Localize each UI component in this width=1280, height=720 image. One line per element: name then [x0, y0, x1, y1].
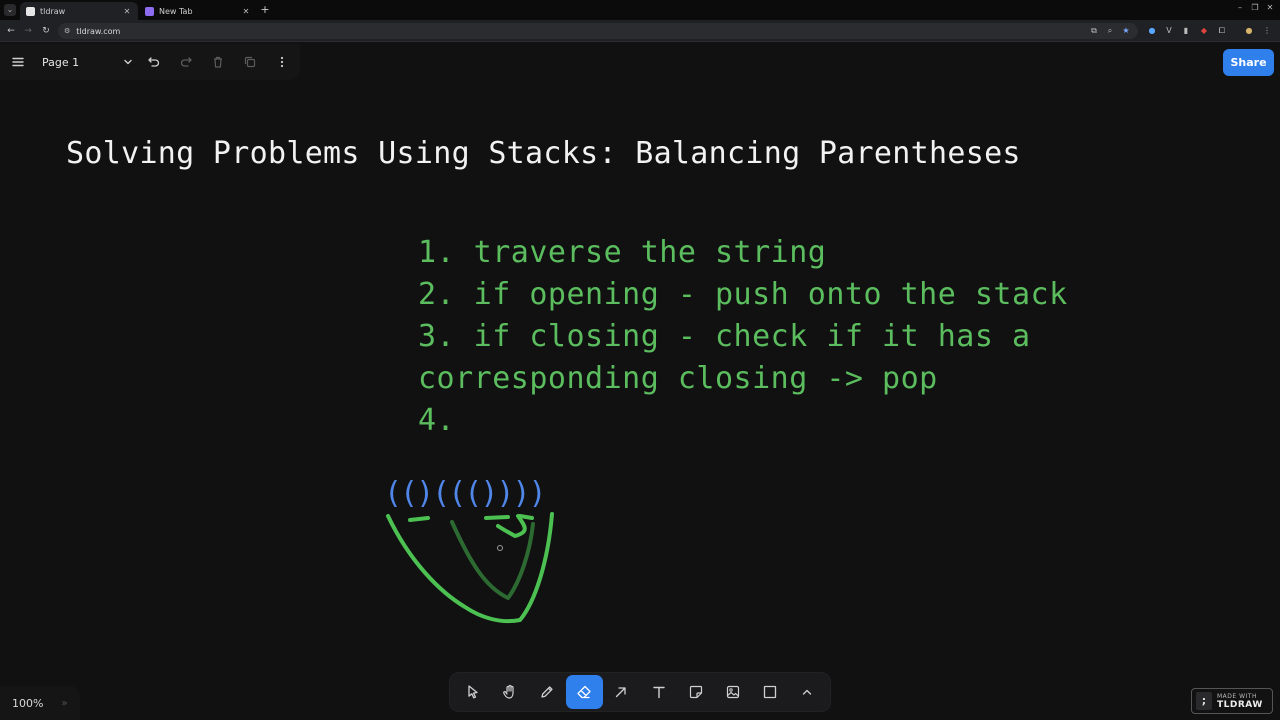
site-info-icon[interactable]: ⚙	[64, 27, 70, 35]
new-tab-favicon-icon	[145, 6, 154, 16]
tool-more[interactable]	[789, 675, 826, 709]
arrow-icon	[616, 687, 627, 698]
tool-rectangle[interactable]	[752, 675, 789, 709]
close-tab-icon[interactable]: ✕	[122, 7, 132, 16]
extensions-puzzle-icon[interactable]: ⧠	[1216, 25, 1228, 37]
browser-tab-tldraw[interactable]: tldraw ✕	[20, 2, 138, 20]
hamburger-menu-icon[interactable]	[2, 46, 34, 78]
chevron-down-icon	[122, 56, 138, 68]
forward-arrow-icon[interactable]: →	[21, 24, 35, 38]
tool-draw[interactable]	[528, 675, 565, 709]
tool-media[interactable]	[714, 675, 751, 709]
step-line: 2. if opening - push onto the stack	[418, 277, 1068, 312]
tool-note[interactable]	[677, 675, 714, 709]
page-name: Page 1	[42, 55, 80, 69]
browser-tab-new-tab[interactable]: New Tab ✕	[139, 2, 257, 20]
drawing-canvas[interactable]: Solving Problems Using Stacks: Balancing…	[0, 82, 1280, 720]
zoom-lens-icon[interactable]: ⌕	[1104, 25, 1116, 37]
url-text: tldraw.com	[76, 26, 121, 36]
extension-doc-icon[interactable]: ▮	[1180, 25, 1192, 37]
made-with-tldraw-badge[interactable]: ; MADE WITH TLDRAW	[1191, 688, 1273, 714]
redo-icon[interactable]	[170, 46, 202, 78]
zoom-menu[interactable]: 100% »	[0, 686, 80, 720]
share-button[interactable]: Share	[1223, 49, 1274, 76]
tab-title: tldraw	[40, 6, 66, 16]
minimap-toggle-icon[interactable]: »	[61, 698, 67, 709]
tldraw-favicon-icon	[26, 6, 35, 16]
step-line: 4.	[418, 403, 456, 438]
tab-search-button[interactable]: ⌄	[4, 4, 16, 16]
main-menu-panel: Page 1	[0, 44, 300, 80]
tool-arrow[interactable]	[603, 675, 640, 709]
zoom-level: 100%	[12, 696, 44, 710]
bookmark-star-icon[interactable]: ★	[1120, 25, 1132, 37]
step-line: 3. if closing - check if it has a	[418, 319, 1031, 354]
badge-line-2: TLDRAW	[1217, 700, 1263, 710]
minimize-window-icon[interactable]: –	[1234, 3, 1246, 12]
rectangle-icon	[764, 685, 777, 699]
hand-icon	[502, 684, 514, 699]
profile-avatar-icon[interactable]: ●	[1243, 25, 1255, 37]
tool-hand[interactable]	[491, 675, 528, 709]
extension-dot-icon[interactable]: ●	[1146, 25, 1158, 37]
restore-window-icon[interactable]: ❐	[1249, 3, 1261, 12]
step-line: 1. traverse the string	[418, 235, 827, 270]
steps-text-block[interactable]: 1. traverse the string 2. if opening - p…	[418, 232, 1068, 442]
close-window-icon[interactable]: ✕	[1264, 3, 1276, 12]
tool-text[interactable]	[640, 675, 677, 709]
tool-dock	[449, 672, 831, 712]
undo-icon[interactable]	[138, 46, 170, 78]
image-icon	[726, 685, 740, 699]
eraser-icon	[577, 685, 591, 699]
canvas-heading-text[interactable]: Solving Problems Using Stacks: Balancing…	[66, 136, 1021, 171]
address-bar[interactable]: ⚙ tldraw.com	[58, 23, 1138, 39]
new-tab-plus-icon[interactable]: +	[259, 3, 271, 17]
extension-red-icon[interactable]: ◆	[1198, 25, 1210, 37]
hand-drawn-matching-arcs[interactable]	[370, 502, 570, 632]
note-icon	[689, 685, 702, 699]
tab-title: New Tab	[159, 6, 193, 16]
extension-v-icon[interactable]: V	[1163, 25, 1175, 37]
tldraw-logo-icon: ;	[1196, 692, 1212, 710]
browser-menu-icon[interactable]: ⋮	[1261, 25, 1273, 37]
chevron-up-icon	[803, 689, 812, 695]
back-arrow-icon[interactable]: ←	[4, 24, 18, 38]
reload-icon[interactable]: ↻	[39, 24, 53, 38]
text-icon	[652, 686, 665, 699]
close-tab-icon[interactable]: ✕	[241, 7, 251, 16]
pointer-icon	[467, 685, 478, 699]
install-app-icon[interactable]: ⧉	[1088, 25, 1100, 37]
browser-toolbar: ← → ↻ ⚙ tldraw.com ⧉ ⌕ ★ ● V ▮ ◆ ⧠ ● ⋮	[0, 20, 1280, 42]
duplicate-icon[interactable]	[234, 46, 266, 78]
pencil-icon	[541, 686, 553, 698]
browser-tab-strip: ⌄ tldraw ✕ New Tab ✕ + – ❐ ✕	[0, 0, 1280, 20]
trash-icon[interactable]	[202, 46, 234, 78]
step-line: corresponding closing -> pop	[418, 361, 938, 396]
tool-select[interactable]	[454, 675, 491, 709]
tool-eraser[interactable]	[565, 675, 603, 709]
page-selector[interactable]: Page 1	[34, 46, 138, 78]
more-options-icon[interactable]	[266, 46, 298, 78]
